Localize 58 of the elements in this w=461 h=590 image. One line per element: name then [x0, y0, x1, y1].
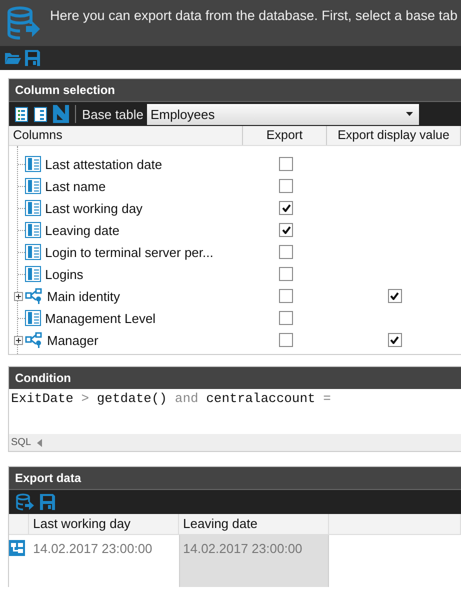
column-header[interactable]: Columns [9, 126, 243, 145]
table-column-icon [25, 178, 41, 194]
column-name[interactable]: Management Level [45, 310, 156, 326]
save-icon[interactable] [25, 50, 40, 66]
table-column-icon [25, 200, 41, 216]
database-export-icon [6, 6, 40, 40]
base-table-label: Base table [82, 106, 144, 122]
column-name[interactable]: Logins [45, 266, 84, 282]
column-name[interactable]: Last attestation date [45, 156, 162, 172]
base-table-dropdown[interactable]: Employees [147, 104, 420, 124]
expand-toggle[interactable] [14, 292, 23, 301]
checkbox[interactable] [388, 289, 402, 303]
relation-icon [25, 332, 43, 348]
column-name[interactable]: Leaving date [45, 222, 120, 238]
checkbox[interactable] [279, 245, 293, 259]
header-corner [9, 514, 29, 535]
column-name[interactable]: Last working day [45, 200, 143, 216]
column-name[interactable]: Login to terminal server per... [45, 244, 214, 260]
table-column-icon [25, 310, 41, 326]
checkbox[interactable] [279, 289, 293, 303]
column-name[interactable]: Last name [45, 178, 106, 194]
database-export-icon[interactable] [15, 493, 34, 511]
caret-icon [406, 112, 414, 116]
scroll-left-icon[interactable] [37, 438, 42, 446]
checkbox[interactable] [279, 179, 293, 193]
column-header[interactable]: Last working day [29, 514, 179, 535]
column-name[interactable]: Manager [47, 332, 98, 348]
table-column-icon [25, 266, 41, 282]
table-column-icon [25, 244, 41, 260]
checkbox[interactable] [279, 333, 293, 347]
ruler-icon[interactable] [53, 105, 69, 123]
relation-icon [25, 288, 43, 304]
list-icon[interactable] [34, 106, 47, 122]
checkbox[interactable] [279, 201, 293, 215]
column-header[interactable]: Export [243, 126, 327, 145]
folder-icon[interactable] [5, 51, 21, 65]
hierarchy-icon [9, 540, 25, 556]
list-icon[interactable] [15, 106, 28, 122]
expand-toggle[interactable] [14, 336, 23, 345]
checkbox[interactable] [279, 223, 293, 237]
panel-title: Condition [15, 371, 71, 385]
panel-title: Export data [15, 471, 82, 485]
table-column-icon [25, 156, 41, 172]
checkbox[interactable] [388, 333, 402, 347]
panel-title: Column selection [15, 83, 116, 97]
column-header[interactable]: Leaving date [179, 514, 329, 535]
column-name[interactable]: Main identity [47, 288, 120, 304]
table-column-icon [25, 222, 41, 238]
header-text: Here you can export data from the database. First, select a base tab [50, 7, 458, 23]
checkbox[interactable] [279, 311, 293, 325]
save-icon[interactable] [40, 494, 55, 510]
language-label: SQL [11, 437, 32, 448]
column-header[interactable]: Export display value [327, 126, 461, 145]
sql-editor[interactable]: ExitDate > getdate() and centralaccount = [9, 389, 461, 433]
checkbox[interactable] [279, 267, 293, 281]
table-cell-text: 14.02.2017 23:00:00 [32, 540, 154, 558]
table-cell: 14.02.2017 23:00:00 [179, 535, 329, 587]
checkbox[interactable] [279, 157, 293, 171]
